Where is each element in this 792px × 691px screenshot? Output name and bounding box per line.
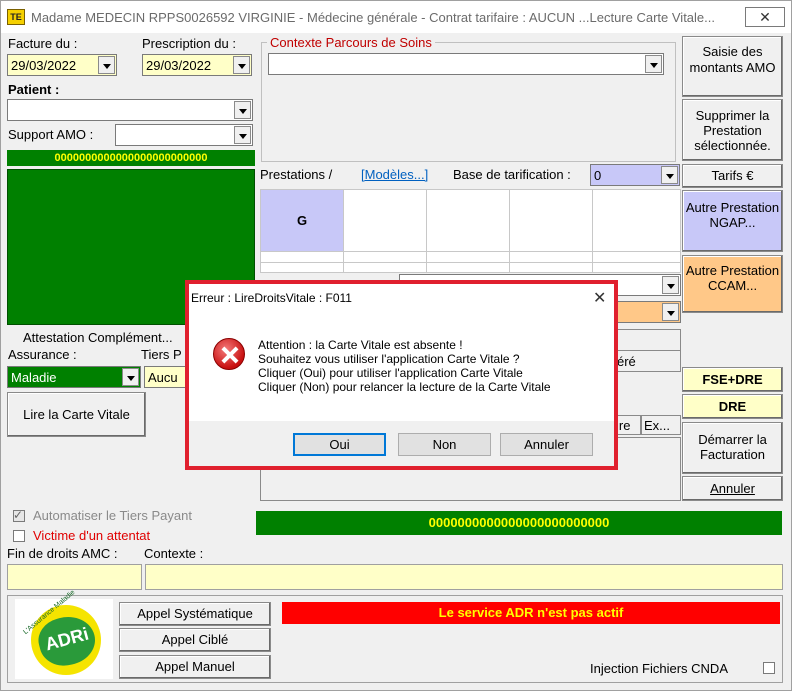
tiers-label: Tiers P — [141, 347, 182, 362]
prestations-grid[interactable]: G — [260, 188, 681, 274]
chevron-down-icon[interactable] — [122, 368, 139, 386]
dialog-message-line3: Cliquer (Oui) pour utiliser l'applicatio… — [258, 366, 523, 380]
partial-ex-button[interactable]: Ex... — [641, 415, 681, 435]
status-bar-short: 0000000000000000000000000 — [7, 150, 255, 166]
dialog-close-button[interactable]: ✕ — [593, 288, 606, 308]
grid-cell[interactable] — [592, 251, 681, 263]
grid-cell[interactable] — [343, 188, 427, 253]
tiers-select[interactable]: Aucu — [144, 366, 188, 388]
grid-header-g: G — [260, 188, 344, 253]
chevron-down-icon[interactable] — [661, 166, 678, 184]
chevron-down-icon[interactable] — [645, 55, 662, 73]
close-window-button[interactable]: ✕ — [745, 7, 785, 27]
appel-cible-button[interactable]: Appel Ciblé — [119, 628, 271, 652]
adr-status-bar: Le service ADR n'est pas actif — [282, 602, 780, 624]
chevron-down-icon[interactable] — [233, 56, 250, 74]
adri-logo: ADRi L'Assurance Maladie — [15, 589, 113, 679]
parcours-select[interactable] — [268, 53, 664, 75]
grid-cell[interactable] — [260, 261, 344, 274]
fin-droits-label: Fin de droits AMC : — [7, 546, 118, 561]
victime-checkbox[interactable] — [13, 530, 25, 542]
error-dialog: Erreur : LireDroitsVitale : F011 ✕ Atten… — [185, 280, 618, 470]
hidden-field[interactable] — [613, 329, 681, 351]
grid-cell[interactable] — [343, 251, 427, 263]
injection-checkbox[interactable] — [763, 662, 775, 674]
partial-ere-box: éré — [613, 350, 681, 372]
app-icon: TE — [7, 9, 25, 25]
grid-cell[interactable] — [260, 251, 344, 263]
annuler-button[interactable]: Annuler — [682, 476, 783, 501]
modeles-link[interactable]: [Modèles...] — [361, 167, 428, 182]
chevron-down-icon[interactable] — [662, 276, 679, 294]
autre-ngap-button[interactable]: Autre Prestation NGAP... — [682, 190, 783, 252]
base-tarif-label: Base de tarification : — [453, 167, 571, 182]
demarrer-facturation-button[interactable]: Démarrer la Facturation — [682, 422, 783, 474]
tarifs-button[interactable]: Tarifs € — [682, 164, 783, 188]
prescription-date-field[interactable]: 29/03/2022 — [142, 54, 252, 76]
fin-droits-field[interactable] — [7, 564, 142, 590]
status-bar-long: 0000000000000000000000000 — [256, 511, 782, 535]
patient-select[interactable] — [7, 99, 253, 121]
contexte-label: Contexte : — [144, 546, 204, 561]
prescription-label: Prescription du : — [142, 36, 236, 51]
support-amo-select[interactable] — [115, 124, 253, 146]
chevron-down-icon[interactable] — [234, 101, 251, 119]
main-window: TE Madame MEDECIN RPPS0026592 VIRGINIE -… — [0, 0, 792, 691]
saisie-amo-button[interactable]: Saisie des montants AMO — [682, 36, 783, 97]
grid-cell[interactable] — [343, 261, 427, 274]
dre-button[interactable]: DRE — [682, 394, 783, 419]
check-icon: ✓ — [13, 508, 24, 522]
base-tarif-select[interactable]: 0 — [590, 164, 680, 186]
contexte-field[interactable] — [145, 564, 783, 590]
autre-ccam-button[interactable]: Autre Prestation CCAM... — [682, 255, 783, 313]
close-icon: ✕ — [759, 9, 771, 25]
grid-cell[interactable] — [509, 188, 593, 253]
grid-cell[interactable] — [592, 188, 681, 253]
grid-cell[interactable] — [426, 251, 510, 263]
parcours-label: Contexte Parcours de Soins — [267, 35, 435, 50]
grid-cell[interactable] — [426, 261, 510, 274]
grid-cell[interactable] — [509, 261, 593, 274]
supprimer-prestation-button[interactable]: Supprimer la Prestation sélectionnée. — [682, 99, 783, 161]
chevron-down-icon[interactable] — [98, 56, 115, 74]
automatiser-label: Automatiser le Tiers Payant — [33, 508, 192, 523]
dialog-title: Erreur : LireDroitsVitale : F011 — [191, 291, 352, 305]
appel-systematique-button[interactable]: Appel Systématique — [119, 602, 271, 626]
error-icon — [213, 338, 245, 370]
chevron-down-icon[interactable] — [234, 126, 251, 144]
dialog-footer: Oui Non Annuler — [189, 421, 614, 466]
facture-date-field[interactable]: 29/03/2022 — [7, 54, 117, 76]
appel-manuel-button[interactable]: Appel Manuel — [119, 655, 271, 679]
lire-carte-vitale-button[interactable]: Lire la Carte Vitale — [7, 392, 146, 437]
victime-label: Victime d'un attentat — [33, 528, 151, 543]
grid-cell[interactable] — [592, 261, 681, 274]
assurance-select[interactable]: Maladie — [7, 366, 141, 388]
attestation-label: Attestation Complément... — [23, 330, 173, 345]
non-button[interactable]: Non — [398, 433, 491, 456]
close-icon: ✕ — [593, 290, 607, 307]
grid-cell[interactable] — [426, 188, 510, 253]
support-amo-label: Support AMO : — [8, 127, 94, 142]
chevron-down-icon[interactable] — [662, 303, 679, 321]
dialog-message-line1: Attention : la Carte Vitale est absente … — [258, 338, 463, 352]
title-bar: TE Madame MEDECIN RPPS0026592 VIRGINIE -… — [1, 1, 791, 33]
assurance-label: Assurance : — [8, 347, 77, 362]
dialog-message-line2: Souhaitez vous utiliser l'application Ca… — [258, 352, 520, 366]
dialog-message-line4: Cliquer (Non) pour relancer la lecture d… — [258, 380, 551, 394]
oui-button[interactable]: Oui — [293, 433, 386, 456]
prestations-label: Prestations / — [260, 167, 333, 182]
fse-dre-button[interactable]: FSE+DRE — [682, 367, 783, 392]
facture-label: Facture du : — [8, 36, 78, 51]
grid-cell[interactable] — [509, 251, 593, 263]
window-title: Madame MEDECIN RPPS0026592 VIRGINIE - Mé… — [31, 10, 715, 25]
injection-label: Injection Fichiers CNDA — [590, 661, 728, 676]
dialog-annuler-button[interactable]: Annuler — [500, 433, 593, 456]
patient-label: Patient : — [8, 82, 60, 97]
